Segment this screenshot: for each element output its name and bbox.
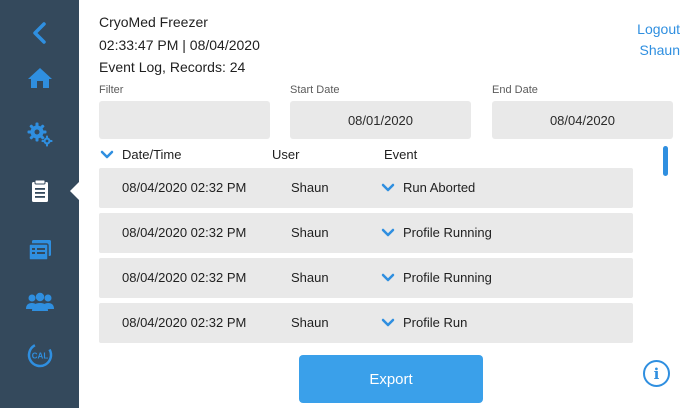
device-name: CryoMed Freezer: [99, 14, 228, 30]
clipboard-icon: [31, 179, 48, 202]
table-row[interactable]: 08/04/2020 02:32 PM Shaun Profile Runnin…: [99, 213, 633, 253]
calibration-icon: CAL: [27, 342, 52, 368]
users-icon: [25, 292, 54, 311]
back-button[interactable]: [0, 11, 79, 55]
table-row[interactable]: 08/04/2020 02:32 PM Shaun Profile Run: [99, 303, 633, 343]
header-event: Event: [384, 147, 418, 162]
table-row[interactable]: 08/04/2020 02:32 PM Shaun Profile Runnin…: [99, 258, 633, 298]
chevron-down-icon: [381, 273, 395, 281]
row-user: Shaun: [291, 180, 329, 195]
info-icon: i: [653, 364, 660, 383]
start-date-field[interactable]: 08/01/2020: [290, 101, 471, 139]
reports-icon: [27, 240, 51, 261]
page-title: Event Log, Records: 24: [99, 59, 246, 75]
row-event[interactable]: Profile Running: [381, 258, 492, 298]
row-datetime: 08/04/2020 02:32 PM: [122, 225, 247, 240]
row-event[interactable]: Profile Run: [381, 303, 467, 343]
end-date-field[interactable]: 08/04/2020: [492, 101, 673, 139]
users-button[interactable]: [0, 280, 79, 324]
row-datetime: 08/04/2020 02:32 PM: [122, 180, 247, 195]
sidebar: CAL: [0, 0, 80, 408]
end-date-label: End Date: [492, 84, 538, 96]
row-event[interactable]: Run Aborted: [381, 168, 475, 208]
row-event-label: Profile Running: [403, 270, 492, 285]
filter-label: Filter: [99, 84, 124, 96]
event-log-button[interactable]: [0, 169, 80, 213]
row-user: Shaun: [291, 315, 329, 330]
filter-input[interactable]: [99, 101, 270, 139]
logout-link[interactable]: Logout: [637, 19, 680, 40]
home-button[interactable]: [0, 56, 79, 100]
reports-button[interactable]: [0, 228, 79, 272]
info-button[interactable]: i: [643, 360, 670, 387]
table-row[interactable]: 08/04/2020 02:32 PM Shaun Run Aborted: [99, 168, 633, 208]
row-event-label: Profile Running: [403, 225, 492, 240]
header-user: User: [272, 147, 300, 162]
home-icon: [27, 68, 52, 88]
row-event[interactable]: Profile Running: [381, 213, 492, 253]
row-datetime: 08/04/2020 02:32 PM: [122, 270, 247, 285]
export-label: Export: [369, 370, 413, 388]
calibration-button[interactable]: CAL: [0, 333, 79, 377]
start-date-value: 08/01/2020: [347, 112, 414, 128]
chevron-down-icon: [100, 150, 114, 158]
header-datetime: Date/Time: [122, 147, 182, 162]
row-event-label: Profile Run: [403, 315, 468, 330]
scrollbar-thumb[interactable]: [663, 146, 668, 176]
export-button[interactable]: Export: [299, 355, 483, 403]
end-date-value: 08/04/2020: [549, 112, 616, 128]
active-indicator: [70, 181, 80, 201]
cal-label: CAL: [31, 352, 48, 361]
sort-datetime-header[interactable]: Date/Time: [100, 147, 181, 162]
row-user: Shaun: [291, 270, 329, 285]
start-date-label: Start Date: [290, 84, 340, 96]
current-user: Shaun: [639, 42, 680, 58]
account-area: Logout Shaun: [637, 19, 680, 61]
chevron-down-icon: [381, 318, 395, 326]
back-icon: [32, 22, 46, 44]
settings-icon: [27, 122, 52, 147]
settings-button[interactable]: [0, 112, 79, 156]
row-event-label: Run Aborted: [403, 180, 476, 195]
chevron-down-icon: [381, 228, 395, 236]
current-datetime: 02:33:47 PM | 08/04/2020: [99, 37, 260, 53]
row-user: Shaun: [291, 225, 329, 240]
row-datetime: 08/04/2020 02:32 PM: [122, 315, 247, 330]
chevron-down-icon: [381, 183, 395, 191]
